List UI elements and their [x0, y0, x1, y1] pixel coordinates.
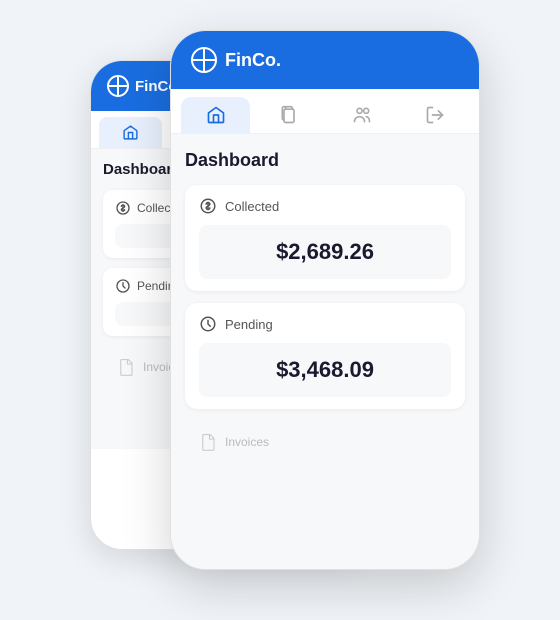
clock-icon-back: [115, 278, 131, 294]
globe-icon-front: [191, 47, 217, 73]
front-invoices-row: Invoices: [185, 421, 465, 463]
front-pending-value: $3,468.09: [199, 343, 451, 397]
front-collected-header: Collected: [199, 197, 451, 215]
front-tab-documents[interactable]: [254, 97, 323, 133]
front-collected-label: Collected: [225, 199, 279, 214]
dollar-circle-icon-front: [199, 197, 217, 215]
front-tab-logout[interactable]: [400, 97, 469, 133]
back-tab-home[interactable]: [99, 117, 162, 148]
invoices-icon-back: [117, 358, 135, 376]
front-app-logo: FinCo.: [225, 50, 281, 71]
front-collected-card: Collected $2,689.26: [185, 185, 465, 291]
front-phone-header: FinCo.: [171, 31, 479, 89]
front-nav-tabs: [171, 89, 479, 134]
front-pending-header: Pending: [199, 315, 451, 333]
invoices-icon-front: [199, 433, 217, 451]
clock-icon-front: [199, 315, 217, 333]
front-pending-label: Pending: [225, 317, 273, 332]
front-page-title: Dashboard: [185, 150, 465, 171]
phone-front: FinCo.: [170, 30, 480, 570]
front-pending-card: Pending $3,468.09: [185, 303, 465, 409]
globe-icon-back: [107, 75, 129, 97]
front-phone-content: Dashboard Collected $2,689.26: [171, 134, 479, 570]
front-tab-users[interactable]: [327, 97, 396, 133]
front-tab-home[interactable]: [181, 97, 250, 133]
front-invoices-label: Invoices: [225, 435, 269, 449]
front-collected-value: $2,689.26: [199, 225, 451, 279]
dollar-circle-icon-back: [115, 200, 131, 216]
